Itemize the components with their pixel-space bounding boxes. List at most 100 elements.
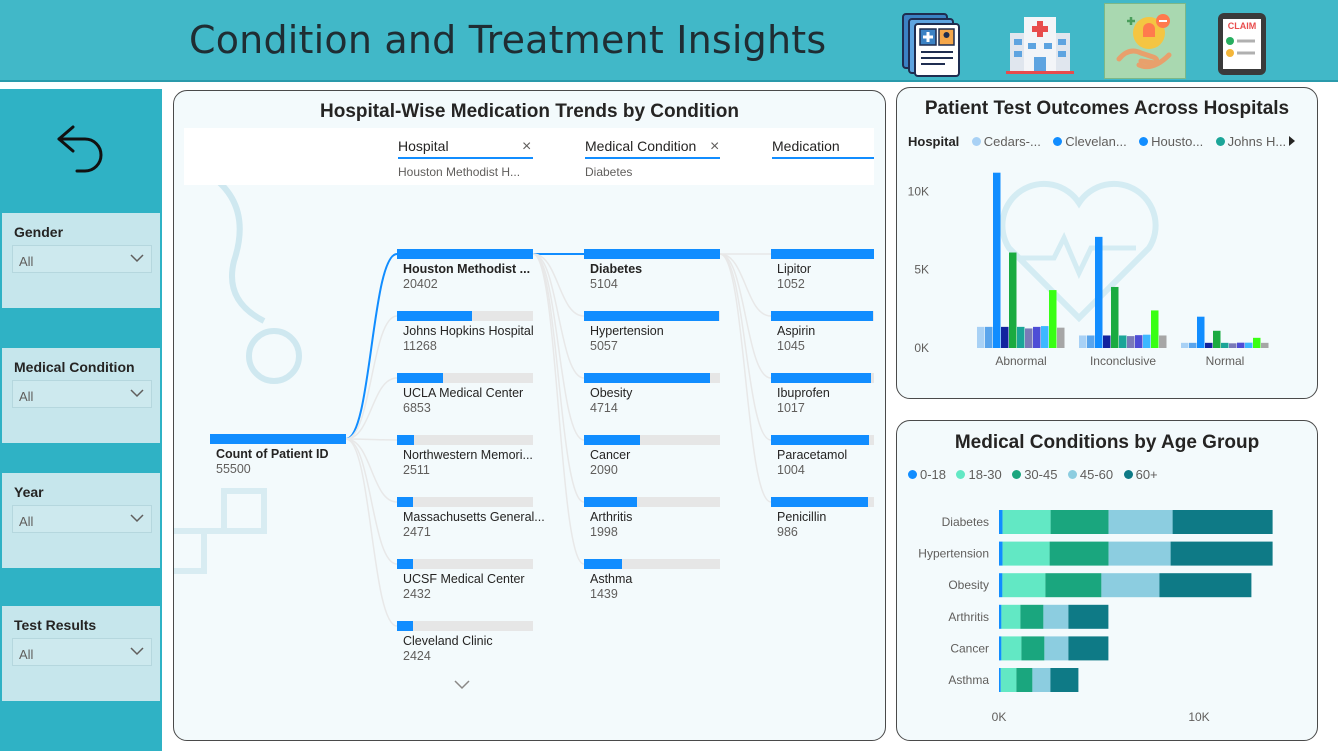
- medical-condition-dropdown[interactable]: All: [12, 380, 152, 408]
- node-label: Asthma: [590, 572, 633, 586]
- age-bar-segment: [1050, 668, 1079, 692]
- node-value: 1004: [777, 463, 805, 477]
- gender-dropdown[interactable]: All: [12, 245, 152, 273]
- close-icon[interactable]: ×: [710, 138, 719, 156]
- outcome-bar: [1261, 342, 1269, 348]
- age-bar-segment: [1172, 510, 1273, 534]
- medical-records-icon[interactable]: [891, 6, 971, 80]
- filter-year: Year All: [2, 473, 160, 568]
- legend-item: 45-60: [1067, 467, 1113, 482]
- outcome-bar: [1229, 343, 1237, 348]
- outcome-bar: [1181, 342, 1189, 348]
- y-tick-label: Obesity: [948, 578, 989, 592]
- outcome-bar: [1049, 290, 1057, 348]
- legend-next-arrow-icon[interactable]: [1287, 135, 1297, 147]
- age-bar-segment: [1108, 510, 1173, 534]
- y-tick-label: 5K: [914, 263, 929, 277]
- node-label: UCLA Medical Center: [403, 386, 524, 400]
- age-bar-segment: [1032, 668, 1051, 692]
- dropdown-value: All: [19, 514, 34, 529]
- page-title: Condition and Treatment Insights: [189, 18, 827, 62]
- column-header-condition: Medical Condition: [585, 138, 697, 154]
- outcome-bar: [993, 172, 1001, 348]
- age-bar-segment: [999, 604, 1002, 629]
- legend-item: Johns H...: [1215, 134, 1286, 149]
- test-outcomes-chart: 0K 5K 10K Abnormal Inconclusive Normal: [908, 172, 1269, 368]
- close-icon[interactable]: ×: [522, 138, 531, 156]
- legend-title: Hospital: [908, 134, 960, 149]
- y-tick-label: Arthritis: [948, 610, 989, 624]
- hospital-icon[interactable]: [1000, 6, 1080, 80]
- x-tick-label: Normal: [1206, 354, 1245, 368]
- outcome-bar: [985, 326, 993, 348]
- test-outcomes-panel: Patient Test Outcomes Across Hospitals H…: [896, 87, 1318, 399]
- node-label: Diabetes: [590, 262, 643, 276]
- node-value: 2090: [590, 463, 618, 477]
- column-header-hospital: Hospital: [398, 138, 449, 154]
- age-bar-segment: [1068, 636, 1109, 661]
- legend-item: Cedars-...: [971, 134, 1041, 149]
- age-bar-segment: [1108, 541, 1171, 566]
- sidebar: Gender All Medical Condition All Year Al…: [0, 89, 162, 751]
- node-label: Cleveland Clinic: [403, 634, 493, 648]
- age-bar-segment: [1020, 604, 1044, 629]
- undo-arrow-icon: [57, 125, 103, 173]
- age-bar-segment: [1049, 541, 1109, 566]
- x-tick-label: Inconclusive: [1090, 354, 1156, 368]
- tree-column-header: Hospital × Houston Methodist H... Medica…: [184, 128, 874, 185]
- node-label: Count of Patient ID: [216, 447, 329, 461]
- filter-medical-condition: Medical Condition All: [2, 348, 160, 443]
- age-group-chart: Diabetes Hypertension Obesity Arthritis Canc…: [918, 510, 1273, 724]
- age-bar-segment: [999, 510, 1003, 534]
- care-icon[interactable]: [1104, 3, 1186, 79]
- age-group-panel: Medical Conditions by Age Group 0-18 18-…: [896, 420, 1318, 741]
- column-underline: [772, 157, 874, 159]
- legend-item: 18-30: [956, 467, 1002, 482]
- age-bar-segment: [1001, 636, 1022, 661]
- filter-test-results: Test Results All: [2, 606, 160, 701]
- node-value: 1052: [777, 277, 805, 291]
- chart-title: Patient Test Outcomes Across Hospitals: [924, 98, 1290, 119]
- column-filter-condition: Diabetes: [585, 165, 633, 179]
- age-bar-segment: [999, 668, 1001, 692]
- outcome-bar: [1095, 236, 1103, 348]
- y-tick-label: 0K: [914, 341, 929, 355]
- back-button[interactable]: [0, 89, 162, 213]
- age-bar-segment: [1002, 573, 1046, 598]
- node-label: Northwestern Memori...: [403, 448, 533, 462]
- chart-title: Medical Conditions by Age Group: [954, 432, 1260, 453]
- outcome-bar: [1079, 335, 1087, 348]
- node-value: 5057: [590, 339, 618, 353]
- age-bar-segment: [1002, 510, 1051, 534]
- outcome-bar: [1033, 326, 1041, 348]
- node-label: Cancer: [590, 448, 631, 462]
- age-bar-segment: [999, 573, 1003, 598]
- dropdown-value: All: [19, 389, 34, 404]
- y-tick-label: Diabetes: [942, 515, 989, 529]
- y-tick-label: Cancer: [950, 641, 989, 655]
- header-bar: Condition and Treatment Insights CLAIM: [0, 0, 1338, 82]
- chevron-down-icon: [130, 647, 144, 656]
- test-results-dropdown[interactable]: All: [12, 638, 152, 666]
- y-tick-label: 10K: [908, 184, 929, 198]
- claim-clipboard-icon[interactable]: CLAIM: [1202, 6, 1282, 80]
- age-bar-segment: [999, 541, 1003, 566]
- x-tick-label: 0K: [992, 710, 1007, 724]
- outcome-bar: [1025, 328, 1033, 348]
- scroll-down-chevron-icon[interactable]: [452, 678, 472, 692]
- outcome-bar: [1151, 310, 1159, 348]
- outcome-bar: [1103, 335, 1111, 348]
- year-dropdown[interactable]: All: [12, 505, 152, 533]
- node-value: 55500: [216, 462, 251, 476]
- column-filter-hospital: Houston Methodist H...: [398, 165, 521, 179]
- filter-label: Year: [14, 484, 44, 500]
- outcome-bar: [1127, 336, 1135, 348]
- node-value: 5104: [590, 277, 618, 291]
- outcome-bar: [977, 326, 985, 348]
- age-bar-segment: [1001, 604, 1021, 629]
- outcome-bar: [1041, 326, 1049, 348]
- age-bar-segment: [1101, 573, 1160, 598]
- outcome-bar: [1205, 342, 1213, 348]
- age-bar-segment: [1043, 604, 1069, 629]
- legend: Hospital Cedars-... Clevelan... Housto..…: [908, 133, 1294, 151]
